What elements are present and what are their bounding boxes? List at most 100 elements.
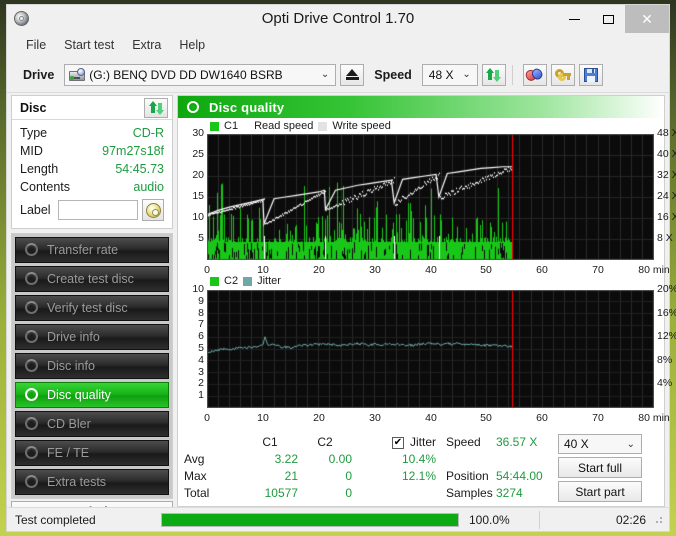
disc-type-label: Type: [20, 126, 47, 140]
window-controls: ✕: [557, 5, 669, 33]
chart1-y2tick-40: 40 X: [657, 148, 676, 160]
c2-plot-canvas: [207, 290, 654, 408]
sidebar-item-cd-bler[interactable]: CD Bler: [15, 411, 169, 437]
speed-select-value: 48 X: [429, 68, 454, 82]
disc-label-input[interactable]: [58, 200, 138, 220]
disc-icon: [24, 416, 40, 432]
resize-grip[interactable]: [654, 515, 664, 525]
stats-jitter-avg: 10.4%: [352, 451, 436, 468]
speed-label: Speed: [374, 68, 412, 82]
disc-quality-icon: [186, 100, 201, 115]
progress-percent: 100.0%: [469, 513, 539, 527]
disc-label-label: Label: [20, 203, 51, 217]
chart2-ytick-1: 1: [180, 389, 204, 401]
stats-col-jitter: ✔ Jitter 10.4% 12.1%: [352, 434, 438, 502]
c1-plot-canvas: [207, 134, 654, 260]
stats-c1-max: 21: [242, 468, 298, 485]
jitter-label: Jitter: [410, 434, 436, 451]
disc-info-panel: Disc Type CD-R MID 97m27s18f: [11, 95, 173, 229]
stats-label-total: Total: [184, 485, 242, 502]
stats-samples-value: 3274: [496, 485, 558, 502]
sidebar-item-drive-info[interactable]: Drive info: [15, 324, 169, 350]
chart2-ytick-3: 3: [180, 366, 204, 378]
disc-icon: [24, 329, 40, 345]
legend-label-read-speed: Read speed: [254, 120, 313, 132]
refresh-icon: [149, 101, 164, 115]
sidebar-item-label: Create test disc: [47, 272, 134, 286]
disc-row-type: Type CD-R: [20, 124, 164, 142]
disc-length-label: Length: [20, 162, 58, 176]
main-header-title: Disc quality: [209, 100, 284, 115]
disc-contents-label: Contents: [20, 180, 70, 194]
chart1-y2tick-48: 48 X: [657, 127, 676, 139]
chart2-xtick-20: 20: [303, 412, 335, 424]
chart1-y2tick-24: 24 X: [657, 190, 676, 202]
chevron-down-icon: ⌄: [462, 69, 470, 80]
chart2-ytick-5: 5: [180, 342, 204, 354]
sidebar-item-transfer-rate[interactable]: Transfer rate: [15, 237, 169, 263]
sidebar-item-verify-test-disc[interactable]: Verify test disc: [15, 295, 169, 321]
save-button[interactable]: [579, 64, 603, 86]
title-bar: Opti Drive Control 1.70 ✕: [7, 5, 669, 33]
chart2-xtick-70: 70: [582, 412, 614, 424]
chart1-ytick-25: 25: [178, 148, 204, 160]
chart1-y2tick-16: 16 X: [657, 211, 676, 223]
sidebar-item-extra-tests[interactable]: Extra tests: [15, 469, 169, 495]
sidebar-item-label: CD Bler: [47, 417, 91, 431]
stats-c2-avg: 0.00: [298, 451, 352, 468]
disc-icon: [24, 242, 40, 258]
menu-file[interactable]: File: [17, 35, 55, 55]
disc-icon: [13, 10, 31, 28]
maximize-button[interactable]: [591, 5, 625, 33]
test-speed-select[interactable]: 40 X ⌄: [558, 434, 642, 454]
sidebar-item-fe-te[interactable]: FE / TE: [15, 440, 169, 466]
chart2-ytick-6: 6: [180, 330, 204, 342]
stats-position-value: 54:44.00: [496, 468, 558, 485]
start-part-button[interactable]: Start part: [558, 481, 642, 502]
speed-select[interactable]: 48 X ⌄: [422, 64, 478, 86]
menu-help[interactable]: Help: [170, 35, 214, 55]
stats-c2-max: 0: [298, 468, 352, 485]
disc-properties: Type CD-R MID 97m27s18f Length 54:45.73 …: [12, 120, 172, 228]
stats-col-meta-labels: Speed Position Samples: [438, 434, 492, 502]
test-button-list: Transfer rate Create test disc Verify te…: [11, 233, 173, 499]
disc-contents-value: audio: [133, 180, 164, 194]
sidebar-item-label: Transfer rate: [47, 243, 118, 257]
sidebar-item-label: Verify test disc: [47, 301, 128, 315]
stats-header-c1: C1: [242, 434, 298, 451]
key-button[interactable]: [551, 64, 575, 86]
sidebar-item-disc-quality[interactable]: Disc quality: [15, 382, 169, 408]
erase-button[interactable]: [523, 64, 547, 86]
stats-c1-avg: 3.22: [242, 451, 298, 468]
chevron-down-icon: ⌄: [627, 439, 635, 450]
eject-button[interactable]: [340, 64, 364, 86]
stats-speed-value: 36.57 X: [496, 434, 558, 451]
minimize-button[interactable]: [557, 5, 591, 33]
stats-label-max: Max: [184, 468, 242, 485]
chart2-y2tick-16: 16%: [657, 307, 676, 319]
chart1-ytick-20: 20: [178, 169, 204, 181]
chart1-ytick-30: 30: [178, 127, 204, 139]
refresh-button[interactable]: [482, 64, 506, 86]
stats-col-c1: C1 3.22 21 10577: [242, 434, 298, 502]
start-full-button[interactable]: Start full: [558, 457, 642, 478]
disc-icon: [24, 445, 40, 461]
chart2-xtick-10: 10: [247, 412, 279, 424]
disc-label-lookup-button[interactable]: [142, 199, 164, 221]
chart2-xtick-80: 80 min: [638, 412, 670, 424]
disc-refresh-button[interactable]: [144, 98, 168, 118]
sidebar-item-label: Disc quality: [47, 388, 111, 402]
c2-jitter-chart: C2 Jitter 12345678910 4%8%12%16%20% 0102…: [178, 274, 664, 430]
close-button[interactable]: ✕: [625, 5, 669, 33]
main-panel: Disc quality C1 Read speed Write speed 5…: [177, 95, 665, 507]
menu-extra[interactable]: Extra: [123, 35, 170, 55]
legend-label-c1: C1: [224, 120, 238, 132]
sidebar-item-disc-info[interactable]: Disc info: [15, 353, 169, 379]
sidebar-item-create-test-disc[interactable]: Create test disc: [15, 266, 169, 292]
menu-start-test[interactable]: Start test: [55, 35, 123, 55]
sidebar-item-label: FE / TE: [47, 446, 89, 460]
drive-select[interactable]: (G:) BENQ DVD DD DW1640 BSRB ⌄: [64, 64, 336, 86]
disc-mid-value: 97m27s18f: [102, 144, 164, 158]
jitter-checkbox[interactable]: ✔: [392, 437, 404, 449]
chart2-y2tick-8: 8%: [657, 354, 676, 366]
